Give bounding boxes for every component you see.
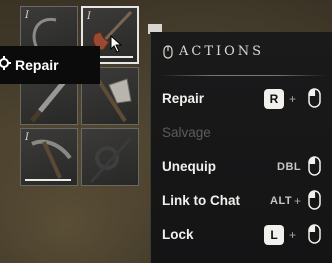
repair-tooltip: Repair bbox=[0, 46, 100, 84]
left-click-icon bbox=[308, 156, 321, 176]
inventory-slot-fishing-pole[interactable] bbox=[81, 128, 139, 186]
header-divider bbox=[161, 75, 326, 76]
action-unequip[interactable]: Unequip DBL bbox=[151, 154, 332, 180]
action-link-to-chat[interactable]: Link to Chat ALT + bbox=[151, 188, 332, 214]
plus-sign: + bbox=[289, 92, 297, 106]
panel-title: ACTIONS bbox=[179, 44, 265, 59]
key-l-badge: L bbox=[264, 225, 284, 245]
plus-sign: + bbox=[289, 228, 297, 242]
inventory-slot-pickaxe[interactable]: I bbox=[20, 128, 78, 186]
action-lock[interactable]: Lock L + bbox=[151, 222, 332, 248]
key-r-badge: R bbox=[264, 89, 284, 109]
gear-icon bbox=[0, 56, 11, 70]
left-click-icon bbox=[308, 190, 321, 210]
action-label: Repair bbox=[162, 91, 205, 106]
plus-sign: + bbox=[294, 194, 302, 208]
fishing-pole-icon bbox=[89, 136, 133, 184]
actions-panel: ACTIONS Repair R + Salvage Unequip DBL L… bbox=[150, 32, 332, 263]
mouse-icon bbox=[163, 44, 173, 59]
panel-header: ACTIONS bbox=[163, 44, 264, 59]
action-salvage: Salvage bbox=[151, 120, 332, 146]
alt-key-label: ALT bbox=[270, 195, 293, 207]
action-label: Lock bbox=[162, 227, 194, 242]
action-label: Unequip bbox=[162, 159, 216, 174]
action-repair[interactable]: Repair R + bbox=[151, 86, 332, 112]
durability-bar bbox=[25, 179, 71, 181]
double-click-label: DBL bbox=[277, 161, 302, 173]
left-click-icon bbox=[308, 88, 321, 108]
tooltip-label: Repair bbox=[15, 57, 59, 73]
left-click-icon bbox=[308, 224, 321, 244]
action-label: Link to Chat bbox=[162, 193, 240, 208]
pickaxe-icon bbox=[31, 139, 72, 179]
action-label: Salvage bbox=[162, 125, 211, 140]
cursor-icon bbox=[110, 35, 123, 53]
